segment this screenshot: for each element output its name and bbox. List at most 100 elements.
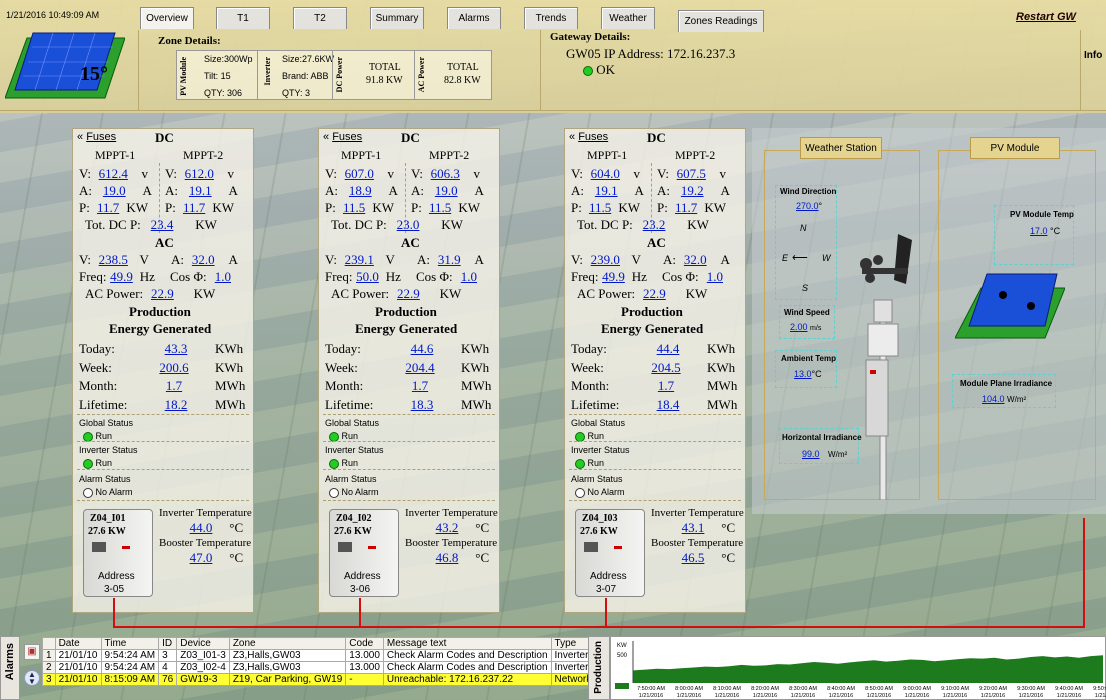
energy-month-value[interactable]: 1.7 <box>409 378 431 394</box>
tab-overview[interactable]: Overview <box>140 7 194 29</box>
table-row[interactable]: 1 21/01/10 9:54:24 AM 3 Z03_I01-3 Z3,Halls,GW… <box>42 649 596 662</box>
cos-phi-value[interactable]: 1.0 <box>702 269 728 285</box>
total-dc-power-value[interactable]: 23.0 <box>390 217 426 233</box>
ac-current-value[interactable]: 32.0 <box>187 252 219 268</box>
booster-temp-value[interactable]: 46.5 <box>678 550 708 566</box>
mppt2-power-value[interactable]: 11.5 <box>425 200 455 216</box>
acknowledge-icon[interactable]: ▣ <box>24 644 40 660</box>
column-header[interactable]: Message text <box>382 637 552 650</box>
tab-t2[interactable]: T2 <box>293 7 347 29</box>
ac-current-value[interactable]: 32.0 <box>679 252 711 268</box>
energy-lifetime-value[interactable]: 18.4 <box>653 397 683 413</box>
mppt1-voltage-value[interactable]: 612.4 <box>94 166 132 182</box>
energy-lifetime-value[interactable]: 18.2 <box>161 397 191 413</box>
mppt1-current: A: 19.0 A <box>79 183 152 199</box>
alarm-cell-device: Z03_I02-4 <box>176 661 230 674</box>
tab-trends[interactable]: Trends <box>524 7 578 29</box>
fuses-link[interactable]: « Fuses <box>77 131 116 143</box>
tab-summary[interactable]: Summary <box>370 7 424 29</box>
energy-week-row: 204.4 KWh <box>401 360 489 376</box>
mppt2-voltage-value[interactable]: 607.5 <box>672 166 710 182</box>
booster-temp-value[interactable]: 46.8 <box>432 550 462 566</box>
mppt1-current: A: 18.9 A <box>325 183 398 199</box>
energy-today-value[interactable]: 44.6 <box>407 341 437 357</box>
frequency-value[interactable]: 50.0 <box>352 269 382 285</box>
horizontal-irradiance-value[interactable]: 99.0 W/m² <box>802 449 847 459</box>
cos-phi-value[interactable]: 1.0 <box>210 269 236 285</box>
tab-zones-readings[interactable]: Zones Readings <box>678 10 764 32</box>
column-header[interactable]: Device <box>176 637 230 650</box>
mppt1-voltage-value[interactable]: 604.0 <box>586 166 624 182</box>
ac-voltage-value[interactable]: 238.5 <box>94 252 132 268</box>
alarm-cell-msg: Unreachable: 172.16.237.22 <box>382 673 552 686</box>
pv-module-temp-value[interactable]: 17.0 °C <box>1030 226 1060 236</box>
mppt1-current-value[interactable]: 19.0 <box>95 183 133 199</box>
frequency: Freq: 49.9 Hz <box>79 269 155 285</box>
alarm-cell-time: 9:54:24 AM <box>100 649 160 662</box>
tab-t1[interactable]: T1 <box>216 7 270 29</box>
info-label[interactable]: Info <box>1084 50 1102 61</box>
column-header[interactable]: Code <box>345 637 384 650</box>
mppt1-power-value[interactable]: 11.5 <box>585 200 615 216</box>
energy-month-row: 1.7 MWh <box>655 378 737 394</box>
column-header[interactable]: Date <box>54 637 102 650</box>
mppt2-voltage-value[interactable]: 606.3 <box>426 166 464 182</box>
ac-power-value[interactable]: 22.9 <box>392 286 424 302</box>
energy-month-value[interactable]: 1.7 <box>163 378 185 394</box>
mppt2-current-value[interactable]: 19.2 <box>673 183 711 199</box>
ac-current-value[interactable]: 31.9 <box>433 252 465 268</box>
booster-temp-value[interactable]: 47.0 <box>186 550 216 566</box>
total-dc-power-value[interactable]: 23.4 <box>144 217 180 233</box>
alarm-cell-date: 21/01/10 <box>54 661 102 674</box>
mppt1-power-value[interactable]: 11.7 <box>93 200 123 216</box>
mppt2-voltage-value[interactable]: 612.0 <box>180 166 218 182</box>
mppt2-current-value[interactable]: 19.0 <box>427 183 465 199</box>
ac-power-value[interactable]: 22.9 <box>638 286 670 302</box>
energy-week-value[interactable]: 200.6 <box>155 360 193 376</box>
column-header[interactable]: Zone <box>228 637 347 650</box>
energy-week-value[interactable]: 204.5 <box>647 360 685 376</box>
mppt1-current-value[interactable]: 18.9 <box>341 183 379 199</box>
fuses-link[interactable]: « Fuses <box>569 131 608 143</box>
frequency-value[interactable]: 49.9 <box>106 269 136 285</box>
mppt1-power: P: 11.7 KW <box>79 200 149 216</box>
x-tick-date: 1/21/2016 <box>715 693 739 699</box>
ac-voltage-value[interactable]: 239.1 <box>340 252 378 268</box>
alarm-cell-msg: Check Alarm Codes and Description <box>382 649 552 662</box>
column-header[interactable]: ID <box>158 637 178 650</box>
inverter-status-label: Inverter Status <box>79 445 138 455</box>
cos-phi-value[interactable]: 1.0 <box>456 269 482 285</box>
energy-week-value[interactable]: 204.4 <box>401 360 439 376</box>
ac-power-value[interactable]: 22.9 <box>146 286 178 302</box>
mppt2-current-value[interactable]: 19.1 <box>181 183 219 199</box>
mppt1-voltage-value[interactable]: 607.0 <box>340 166 378 182</box>
mppt1-current-value[interactable]: 19.1 <box>587 183 625 199</box>
table-row[interactable]: 3 21/01/10 8:15:09 AM 76 GW19-3 Z19, Car Park… <box>42 673 596 686</box>
wind-speed-value[interactable]: 2.00 m/s <box>790 322 821 332</box>
wind-direction-value[interactable]: 270.0° <box>796 201 822 211</box>
table-row[interactable]: 2 21/01/10 9:54:24 AM 4 Z03_I02-4 Z3,Halls,GW… <box>42 661 596 674</box>
total-dc-power-value[interactable]: 23.2 <box>636 217 672 233</box>
energy-month-value[interactable]: 1.7 <box>655 378 677 394</box>
mppt2-power-value[interactable]: 11.7 <box>179 200 209 216</box>
scroll-updown-icon[interactable]: ▲ ▼ <box>24 670 40 686</box>
energy-today-value[interactable]: 44.4 <box>653 341 683 357</box>
ambient-temp-value[interactable]: 13.0°C <box>794 369 822 379</box>
energy-today-value[interactable]: 43.3 <box>161 341 191 357</box>
module-plane-irradiance-value[interactable]: 104.0 W/m² <box>982 394 1026 404</box>
inverter-device-icon: Z04_I03 27.6 KW Address 3-07 <box>575 509 645 597</box>
fuses-link[interactable]: « Fuses <box>323 131 362 143</box>
tab-weather[interactable]: Weather <box>601 7 655 29</box>
mppt2-power-value[interactable]: 11.7 <box>671 200 701 216</box>
booster-temp-label: Booster Temperature <box>159 537 252 549</box>
energy-lifetime-value[interactable]: 18.3 <box>407 397 437 413</box>
column-header[interactable]: Time <box>100 637 160 650</box>
frequency-value[interactable]: 49.9 <box>598 269 628 285</box>
inverter-temp-value[interactable]: 43.2 <box>432 520 462 536</box>
ac-voltage-value[interactable]: 239.0 <box>586 252 624 268</box>
inverter-temp-value[interactable]: 44.0 <box>186 520 216 536</box>
inverter-temp-value[interactable]: 43.1 <box>678 520 708 536</box>
restart-gw-link[interactable]: Restart GW <box>1016 11 1076 23</box>
tab-alarms[interactable]: Alarms <box>447 7 501 29</box>
mppt1-power-value[interactable]: 11.5 <box>339 200 369 216</box>
